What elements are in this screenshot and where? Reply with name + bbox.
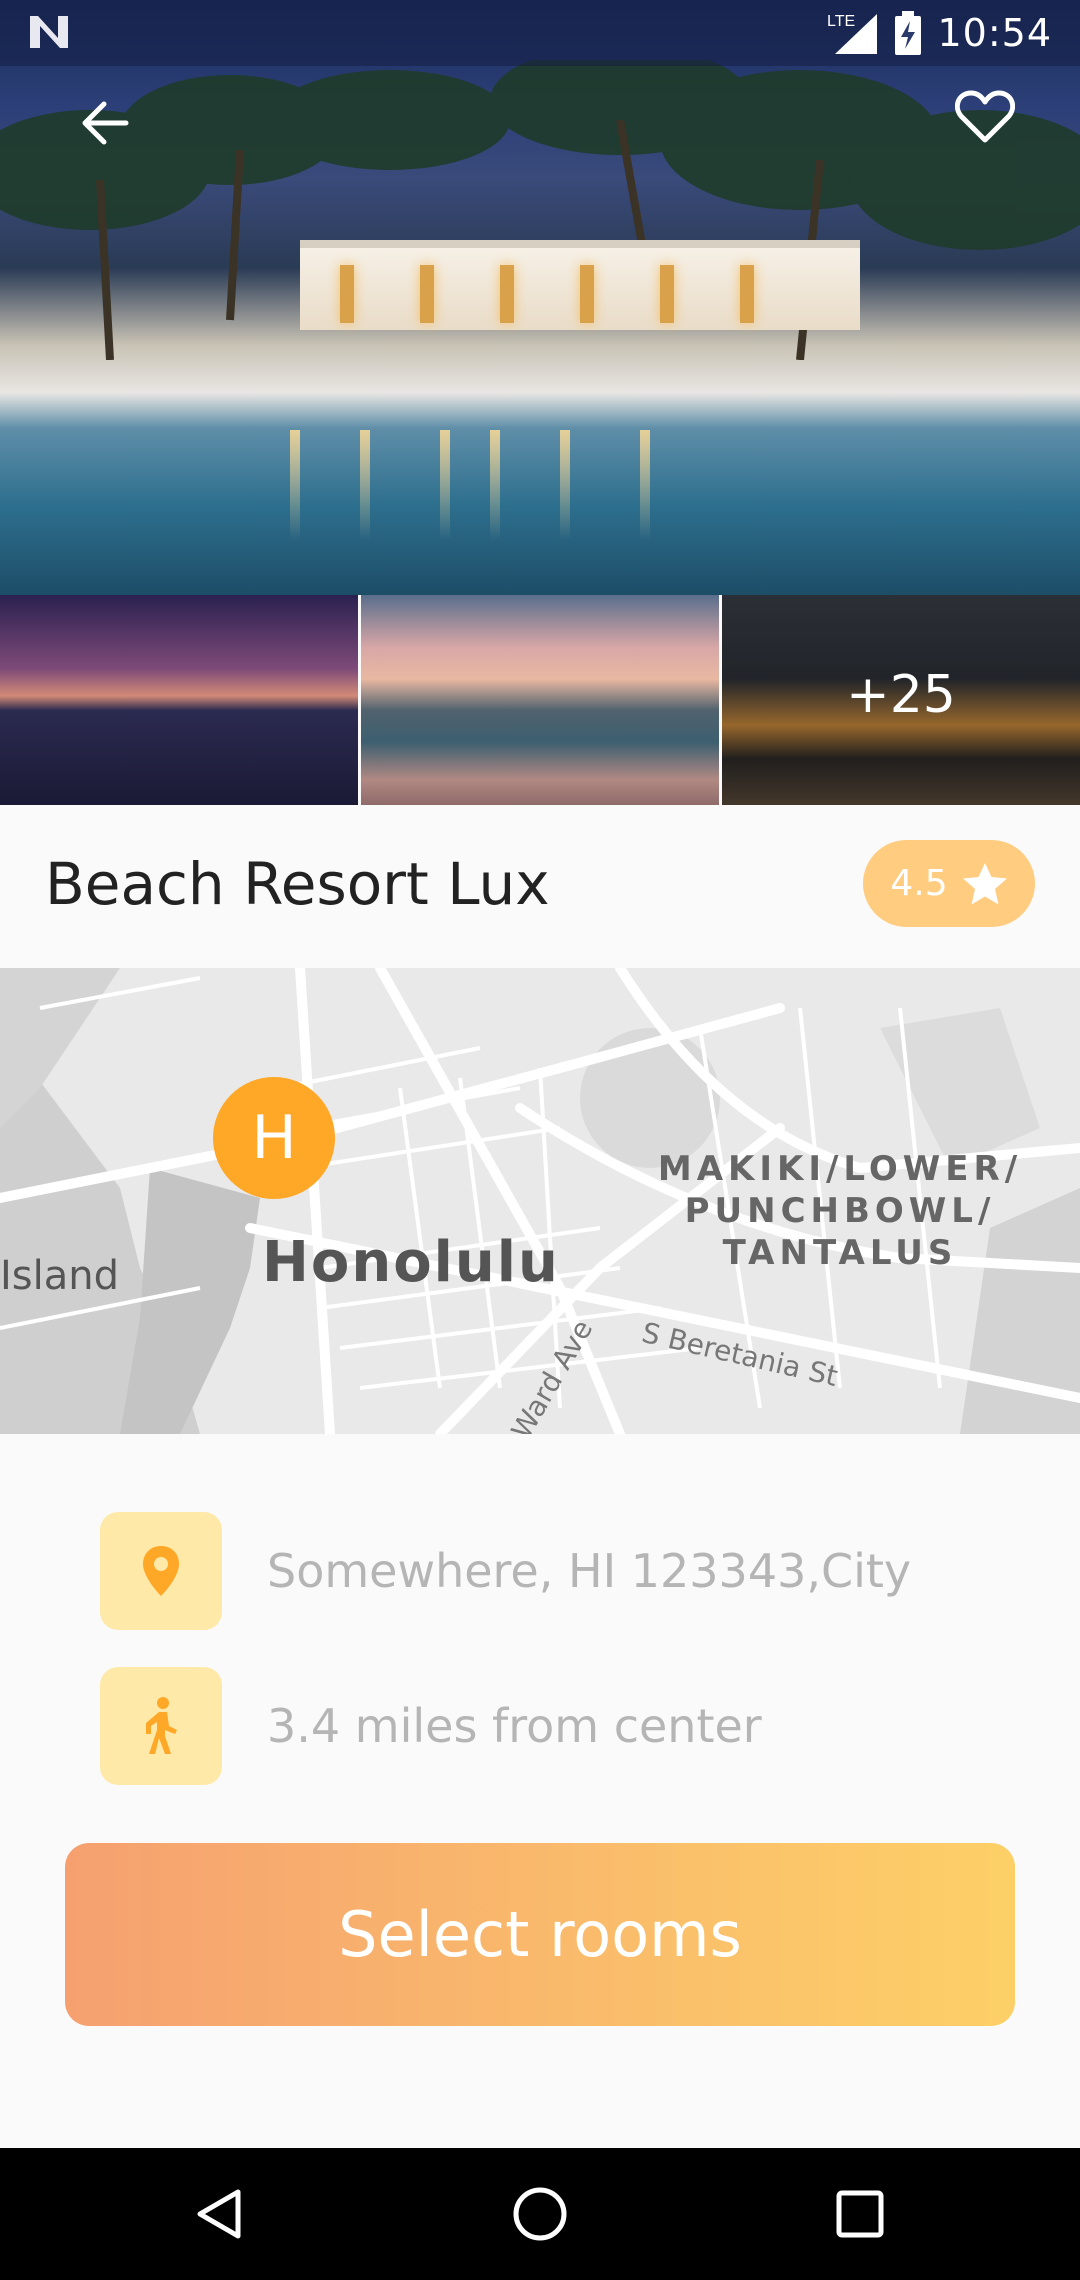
lit-window xyxy=(740,265,754,323)
hotel-detail-screen: LTE 10:54 +25 Beach Resort Lux 4.5 MAKIK… xyxy=(0,0,1080,2280)
hotel-map-marker[interactable]: H xyxy=(213,1077,335,1199)
status-icons: LTE 10:54 xyxy=(827,10,1052,56)
signal-icon: LTE xyxy=(827,13,878,54)
app-notification-icon xyxy=(30,16,68,48)
location-icon-tile xyxy=(100,1512,222,1630)
rating-badge: 4.5 xyxy=(863,840,1035,927)
nav-back-button[interactable] xyxy=(184,2178,256,2250)
select-rooms-button[interactable]: Select rooms xyxy=(65,1843,1015,2026)
address-text: Somewhere, HI 123343,City xyxy=(267,1544,912,1598)
walking-person-icon xyxy=(146,1697,177,1754)
nav-recents-button[interactable] xyxy=(824,2178,896,2250)
light-reflection xyxy=(290,430,300,540)
photo-thumbnails: +25 xyxy=(0,595,1080,805)
status-bar: LTE 10:54 xyxy=(0,0,1080,66)
photo-thumbnail[interactable] xyxy=(361,595,719,805)
nav-home-button[interactable] xyxy=(504,2178,576,2250)
map-label-island: Island xyxy=(0,1253,120,1299)
map-label-district-line: TANTALUS xyxy=(722,1233,958,1273)
address-row: Somewhere, HI 123343,City xyxy=(100,1512,1000,1630)
triangle-back-icon xyxy=(197,2189,241,2239)
light-reflection xyxy=(640,430,650,540)
rating-value: 4.5 xyxy=(890,863,948,904)
map-label-district: MAKIKI/LOWER/ PUNCHBOWL/ TANTALUS xyxy=(630,1148,1050,1274)
distance-row: 3.4 miles from center xyxy=(100,1667,1000,1785)
back-button[interactable] xyxy=(70,88,140,158)
square-recents-icon xyxy=(836,2190,884,2238)
light-reflection xyxy=(490,430,500,540)
hotel-name: Beach Resort Lux xyxy=(45,850,550,918)
light-reflection xyxy=(440,430,450,540)
location-pin-icon xyxy=(143,1546,179,1596)
lit-window xyxy=(580,265,594,323)
battery-charging-icon xyxy=(895,11,922,55)
lit-window xyxy=(340,265,354,323)
circle-home-icon xyxy=(513,2187,567,2241)
clock: 10:54 xyxy=(937,11,1052,55)
photo-thumbnail[interactable] xyxy=(0,595,358,805)
favorite-button[interactable] xyxy=(950,82,1020,152)
lit-window xyxy=(660,265,674,323)
back-arrow-icon xyxy=(82,101,129,145)
heart-outline-icon xyxy=(955,90,1015,143)
map-label-district-line: MAKIKI/LOWER/ xyxy=(657,1149,1023,1189)
map-label-city: Honolulu xyxy=(262,1230,560,1295)
system-navigation-bar xyxy=(0,2148,1080,2280)
lit-window xyxy=(420,265,434,323)
walk-icon-tile xyxy=(100,1667,222,1785)
location-map[interactable]: MAKIKI/LOWER/ PUNCHBOWL/ TANTALUS Honolu… xyxy=(0,968,1080,1434)
map-label-district-line: PUNCHBOWL/ xyxy=(684,1191,996,1231)
hero-photo[interactable] xyxy=(0,0,1080,595)
light-reflection xyxy=(360,430,370,540)
lit-window xyxy=(500,265,514,323)
more-photos-thumbnail[interactable]: +25 xyxy=(722,595,1080,805)
svg-text:LTE: LTE xyxy=(827,13,855,30)
more-photos-count: +25 xyxy=(846,665,956,725)
star-icon xyxy=(962,862,1007,904)
distance-text: 3.4 miles from center xyxy=(267,1699,762,1753)
light-reflection xyxy=(560,430,570,540)
